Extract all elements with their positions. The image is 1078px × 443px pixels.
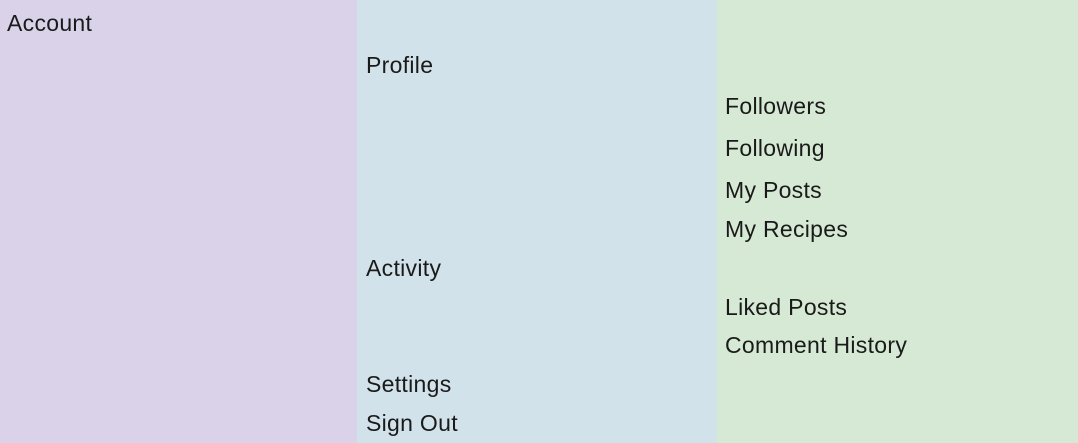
settings-node: Settings: [366, 371, 452, 397]
liked-posts-node: Liked Posts: [725, 294, 848, 320]
sign-out-node: Sign Out: [366, 410, 458, 436]
following-node: Following: [725, 135, 825, 161]
comment-history-node: Comment History: [725, 332, 908, 358]
my-recipes-node: My Recipes: [725, 216, 849, 242]
level-1-column: [0, 0, 357, 443]
account-node: Account: [7, 10, 93, 36]
profile-node: Profile: [366, 52, 434, 78]
followers-node: Followers: [725, 93, 827, 119]
activity-node: Activity: [366, 255, 442, 281]
my-posts-node: My Posts: [725, 177, 822, 203]
